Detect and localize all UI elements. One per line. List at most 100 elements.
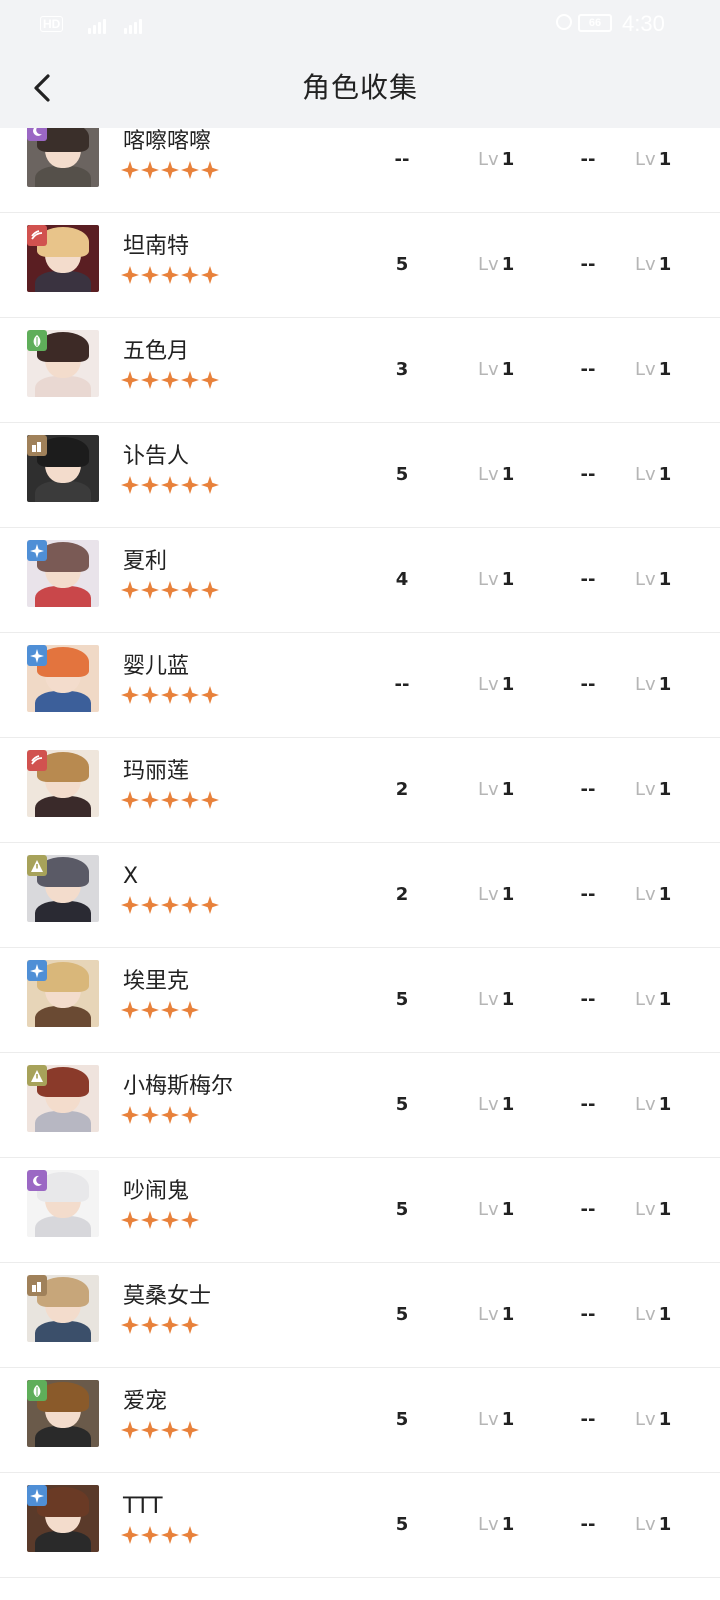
role-badge xyxy=(27,128,47,141)
character-row[interactable]: 玛丽莲 2 Lv 1 -- Lv 1 xyxy=(0,738,720,843)
character-avatar xyxy=(27,645,99,712)
character-row[interactable]: 夏利 4 Lv 1 -- Lv 1 xyxy=(0,528,720,633)
role-badge xyxy=(27,645,47,666)
level-indicator: Lv 1 xyxy=(478,673,514,697)
star-icon xyxy=(141,266,159,284)
character-name: 爱宠 xyxy=(123,1389,168,1414)
level-value: 1 xyxy=(658,1199,672,1220)
star-icon xyxy=(201,581,219,599)
level-value: 1 xyxy=(501,1199,515,1220)
character-row[interactable]: 五色月 3 Lv 1 -- Lv 1 xyxy=(0,318,720,423)
star-icon xyxy=(141,581,159,599)
level-label: Lv xyxy=(635,884,656,905)
star-icon xyxy=(161,371,179,389)
level-label: Lv xyxy=(478,674,499,695)
star-rating xyxy=(121,1001,199,1019)
level-value: 1 xyxy=(501,1514,515,1535)
star-rating xyxy=(121,161,219,179)
level-indicator: Lv 1 xyxy=(478,358,514,382)
level-indicator: Lv 1 xyxy=(635,1093,671,1117)
character-row[interactable]: 埃里克 5 Lv 1 -- Lv 1 xyxy=(0,948,720,1053)
star-icon xyxy=(161,1316,179,1334)
level-label: Lv xyxy=(635,779,656,800)
star-icon xyxy=(121,161,139,179)
star-rating xyxy=(121,1211,199,1229)
role-badge xyxy=(27,540,47,561)
avatar-body xyxy=(35,1006,91,1027)
character-row[interactable]: 吵闹鬼 5 Lv 1 -- Lv 1 xyxy=(0,1158,720,1263)
star-icon xyxy=(141,161,159,179)
secondary-value: -- xyxy=(580,1094,596,1115)
level-value: 1 xyxy=(658,674,672,695)
role-badge xyxy=(27,435,47,456)
character-value: 5 xyxy=(395,989,409,1010)
role-badge xyxy=(27,225,47,246)
character-row[interactable]: 喀嚓喀嚓 -- Lv 1 -- Lv 1 xyxy=(0,128,720,213)
role-badge xyxy=(27,1065,47,1086)
character-list[interactable]: 喀嚓喀嚓 -- Lv 1 -- Lv 1 坦南特 5 Lv 1 -- Lv 1 五色月 3 Lv 1 -- Lv 1 讣告… xyxy=(0,128,720,1600)
character-name: 夏利 xyxy=(123,549,168,574)
level-label: Lv xyxy=(478,254,499,275)
character-row[interactable]: X 2 Lv 1 -- Lv 1 xyxy=(0,843,720,948)
star-rating xyxy=(121,896,219,914)
role-badge xyxy=(27,960,47,981)
star-icon xyxy=(121,1001,139,1019)
level-value: 1 xyxy=(501,254,515,275)
character-row[interactable]: 小梅斯梅尔 5 Lv 1 -- Lv 1 xyxy=(0,1053,720,1158)
character-row[interactable]: 坦南特 5 Lv 1 -- Lv 1 xyxy=(0,213,720,318)
level-value: 1 xyxy=(501,1409,515,1430)
level-value: 1 xyxy=(658,1409,672,1430)
star-icon xyxy=(121,686,139,704)
character-name: 小梅斯梅尔 xyxy=(123,1074,234,1099)
character-value: 5 xyxy=(395,464,409,485)
character-row[interactable]: 婴儿蓝 -- Lv 1 -- Lv 1 xyxy=(0,633,720,738)
character-name: 喀嚓喀嚓 xyxy=(123,129,212,154)
star-rating xyxy=(121,791,219,809)
role-badge xyxy=(27,1485,47,1506)
star-icon xyxy=(141,371,159,389)
level-value: 1 xyxy=(658,149,672,170)
star-icon xyxy=(181,791,199,809)
character-name: 坦南特 xyxy=(123,234,190,259)
level-indicator: Lv 1 xyxy=(635,463,671,487)
star-icon xyxy=(121,371,139,389)
star-icon xyxy=(181,1421,199,1439)
level-label: Lv xyxy=(478,779,499,800)
level-indicator: Lv 1 xyxy=(478,988,514,1012)
level-indicator: Lv 1 xyxy=(478,1303,514,1327)
character-avatar xyxy=(27,1065,99,1132)
star-icon xyxy=(141,1001,159,1019)
level-label: Lv xyxy=(478,149,499,170)
level-label: Lv xyxy=(635,989,656,1010)
level-indicator: Lv 1 xyxy=(635,883,671,907)
level-value: 1 xyxy=(658,359,672,380)
level-indicator: Lv 1 xyxy=(478,253,514,277)
character-name: TTT xyxy=(123,1494,163,1519)
level-label: Lv xyxy=(478,359,499,380)
character-name: 莫桑女士 xyxy=(123,1284,212,1309)
character-row[interactable]: 莫桑女士 5 Lv 1 -- Lv 1 xyxy=(0,1263,720,1368)
character-avatar xyxy=(27,435,99,502)
star-icon xyxy=(141,476,159,494)
signal-icon xyxy=(88,14,106,34)
signal-icon-2 xyxy=(124,14,142,34)
star-icon xyxy=(161,1421,179,1439)
level-indicator: Lv 1 xyxy=(478,148,514,172)
level-value: 1 xyxy=(501,149,515,170)
star-icon xyxy=(181,896,199,914)
character-row[interactable]: 讣告人 5 Lv 1 -- Lv 1 xyxy=(0,423,720,528)
character-row[interactable]: TTT 5 Lv 1 -- Lv 1 xyxy=(0,1473,720,1578)
character-name: 婴儿蓝 xyxy=(123,654,190,679)
avatar-body xyxy=(35,481,91,502)
character-row[interactable]: 爱宠 5 Lv 1 -- Lv 1 xyxy=(0,1368,720,1473)
character-avatar xyxy=(27,1170,99,1237)
hd-indicator: HD xyxy=(40,16,64,32)
star-icon xyxy=(201,896,219,914)
star-icon xyxy=(161,266,179,284)
star-icon xyxy=(121,1106,139,1124)
secondary-value: -- xyxy=(580,464,596,485)
star-icon xyxy=(181,1106,199,1124)
secondary-value: -- xyxy=(580,674,596,695)
star-icon xyxy=(201,371,219,389)
leaf-icon xyxy=(33,334,41,347)
